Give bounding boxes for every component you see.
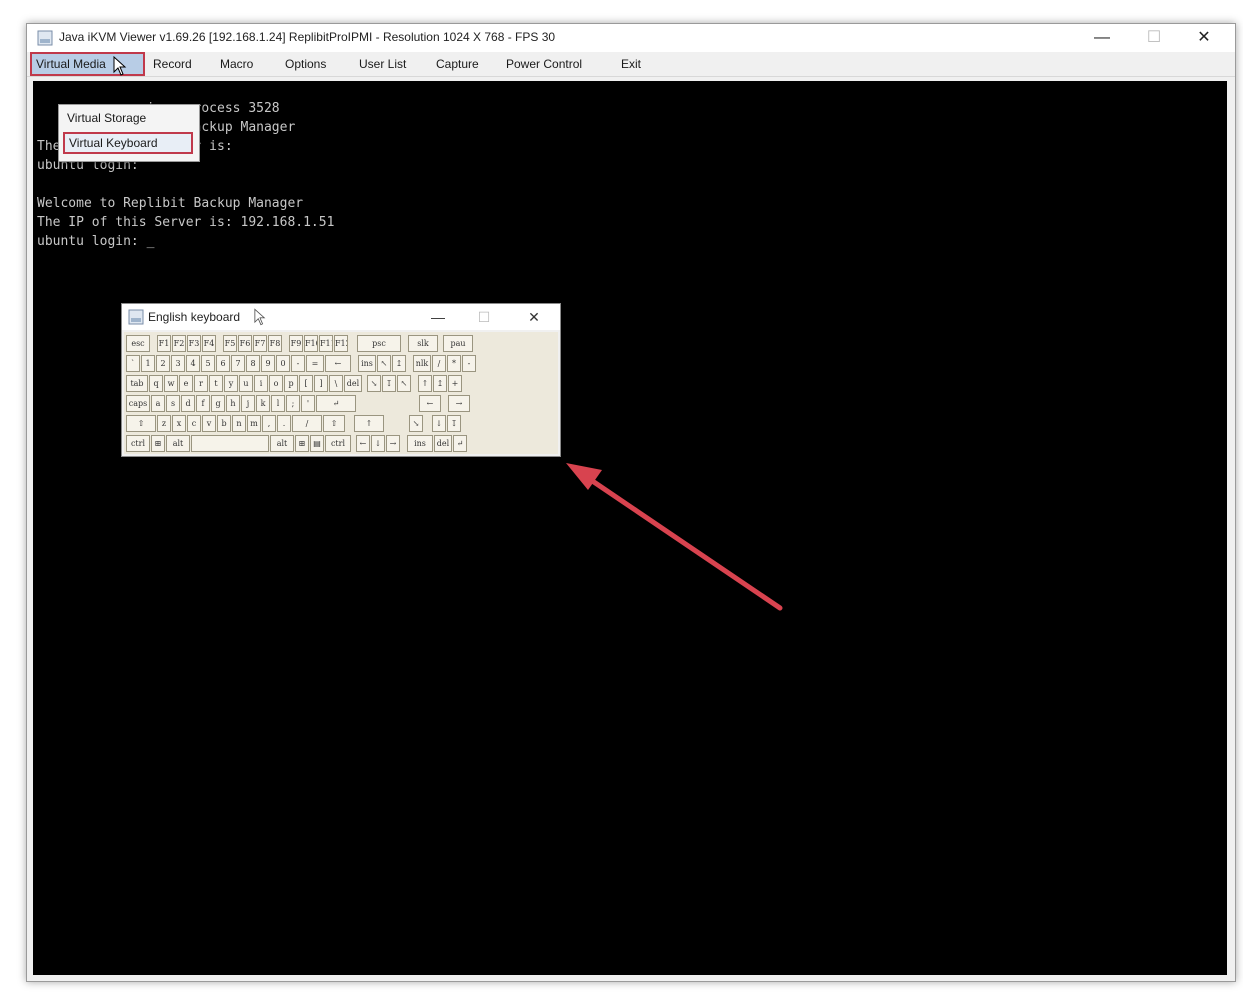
annotation-arrow bbox=[566, 463, 783, 611]
